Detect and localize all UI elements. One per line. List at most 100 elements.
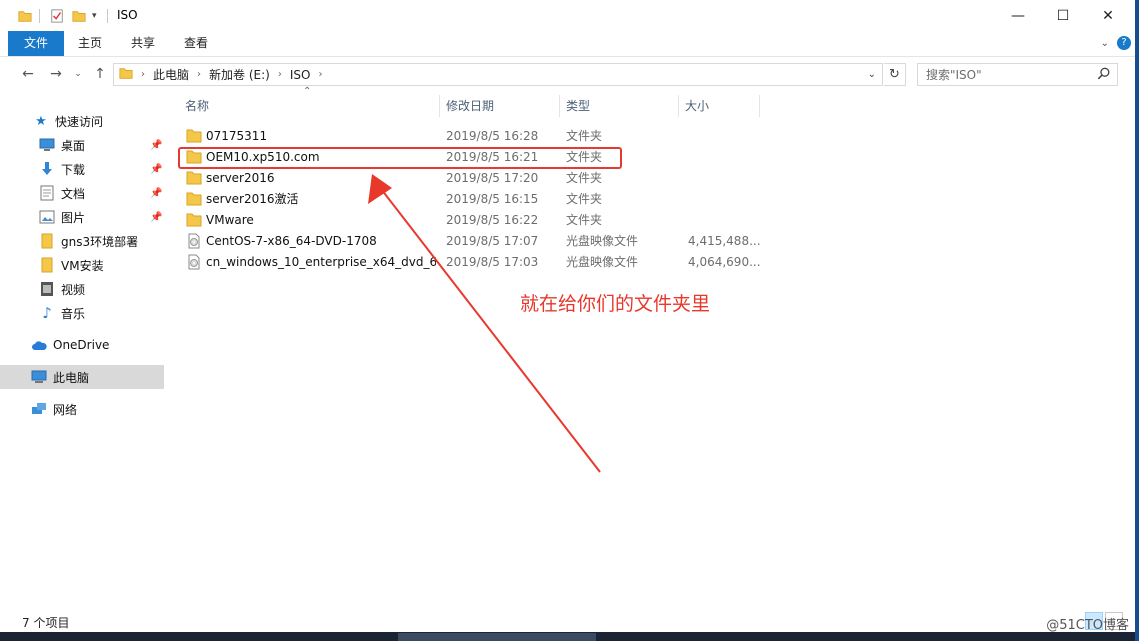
breadcrumb-iso[interactable]: ISO — [290, 68, 311, 82]
file-name: cn_windows_10_enterprise_x64_dvd_6... — [206, 255, 436, 269]
sidebar-item-music[interactable]: ♪ 音乐 — [0, 301, 164, 325]
annotation-highlight-box — [178, 147, 622, 169]
file-size — [688, 147, 762, 168]
refresh-button[interactable]: ↻ — [884, 63, 906, 86]
sidebar-item-label: 下载 — [61, 162, 86, 177]
tab-home[interactable]: 主页 — [70, 31, 110, 56]
cloud-icon — [31, 337, 47, 353]
file-size: 4,415,488... — [688, 234, 761, 248]
maximize-button[interactable]: ☐ — [1040, 0, 1086, 31]
sidebar-item-label: 文档 — [61, 186, 86, 201]
column-header-type[interactable]: 类型 — [566, 95, 590, 117]
folder-icon — [119, 66, 133, 83]
folder-icon — [39, 257, 55, 273]
breadcrumb-drive-e[interactable]: 新加卷 (E:) — [209, 66, 270, 83]
sidebar-item-pictures[interactable]: 图片 📌 — [0, 205, 164, 229]
file-type: 文件夹 — [566, 192, 603, 206]
tab-share[interactable]: 共享 — [123, 31, 163, 56]
folder-icon — [186, 129, 202, 143]
column-header-name[interactable]: 名称 — [185, 95, 209, 117]
pin-icon[interactable]: 📌 — [150, 188, 162, 199]
desktop-edge — [1135, 0, 1139, 641]
item-count: 7 个项目 — [22, 616, 70, 630]
new-folder-icon[interactable] — [72, 0, 86, 31]
folder-icon — [186, 213, 202, 227]
column-header-date[interactable]: 修改日期 — [446, 95, 494, 117]
file-row[interactable]: server2016 2019/8/5 17:20 文件夹 — [180, 168, 770, 189]
search-icon[interactable] — [1097, 67, 1111, 84]
pin-icon[interactable]: 📌 — [150, 140, 162, 151]
chevron-down-icon: ⌄ — [74, 69, 82, 79]
minimize-button[interactable]: — — [995, 0, 1041, 31]
arrow-up-icon: ↑ — [94, 66, 106, 82]
document-icon — [39, 185, 55, 201]
window-title: ISO — [117, 8, 138, 22]
file-row[interactable]: VMware 2019/8/5 16:22 文件夹 — [180, 210, 770, 231]
network-icon — [31, 401, 47, 417]
watermark: @51CTO博客 — [1046, 618, 1129, 633]
file-row[interactable]: server2016激活 2019/8/5 16:15 文件夹 — [180, 189, 770, 210]
chevron-right-icon[interactable]: › — [318, 69, 322, 80]
music-icon: ♪ — [42, 304, 52, 322]
address-dropdown-icon[interactable]: ⌄ — [868, 69, 876, 80]
chevron-right-icon[interactable]: › — [278, 69, 282, 80]
sidebar-item-quick-access[interactable]: ★ 快速访问 — [0, 109, 164, 133]
file-date: 2019/8/5 16:28 — [446, 129, 539, 143]
close-button[interactable]: ✕ — [1085, 0, 1131, 31]
file-type: 光盘映像文件 — [566, 234, 639, 248]
column-header-row: ⌃ 名称 修改日期 类型 大小 — [176, 86, 766, 117]
sidebar-item-onedrive[interactable]: OneDrive — [0, 333, 164, 357]
help-icon[interactable]: ? — [1117, 36, 1131, 50]
sidebar-item-gns3[interactable]: gns3环境部署 — [0, 229, 164, 253]
file-date: 2019/8/5 17:20 — [446, 171, 539, 185]
sidebar-item-documents[interactable]: 文档 📌 — [0, 181, 164, 205]
sidebar-item-videos[interactable]: 视频 — [0, 277, 164, 301]
file-type: 文件夹 — [566, 171, 603, 185]
customize-quick-access-icon[interactable]: ▾ — [92, 0, 97, 31]
back-button[interactable]: ← — [18, 65, 38, 83]
sidebar-item-this-pc[interactable]: 此电脑 — [0, 365, 164, 389]
sidebar-item-downloads[interactable]: 下载 📌 — [0, 157, 164, 181]
file-size: 4,064,690... — [688, 255, 761, 269]
search-input[interactable]: 搜索"ISO" — [917, 63, 1118, 86]
tab-file[interactable]: 文件 — [8, 31, 64, 56]
pin-icon[interactable]: 📌 — [150, 212, 162, 223]
address-bar[interactable]: › 此电脑 › 新加卷 (E:) › ISO › ⌄ — [113, 63, 883, 86]
sidebar-item-vm-install[interactable]: VM安装 — [0, 253, 164, 277]
file-date: 2019/8/5 17:07 — [446, 234, 539, 248]
sidebar-item-network[interactable]: 网络 — [0, 397, 164, 421]
sidebar-item-desktop[interactable]: 桌面 📌 — [0, 133, 164, 157]
file-type: 光盘映像文件 — [566, 255, 639, 269]
file-name: server2016 — [206, 171, 275, 185]
file-row[interactable]: 07175311 2019/8/5 16:28 文件夹 — [180, 126, 770, 147]
desktop-icon — [39, 137, 55, 153]
file-row[interactable]: cn_windows_10_enterprise_x64_dvd_6... 20… — [180, 252, 770, 273]
properties-icon[interactable] — [50, 0, 64, 31]
file-name: VMware — [206, 213, 254, 227]
sort-ascending-icon: ⌃ — [303, 86, 312, 97]
up-button[interactable]: ↑ — [90, 65, 110, 83]
file-size — [688, 189, 762, 210]
computer-icon — [31, 369, 47, 385]
tab-view[interactable]: 查看 — [176, 31, 216, 56]
column-header-size[interactable]: 大小 — [685, 95, 709, 117]
forward-button[interactable]: → — [46, 65, 66, 83]
sidebar-item-label: 音乐 — [61, 306, 86, 321]
pin-icon[interactable]: 📌 — [150, 164, 162, 175]
chevron-right-icon: › — [141, 69, 145, 80]
expand-ribbon-icon[interactable]: ⌄ — [1101, 38, 1109, 49]
sidebar-item-label: OneDrive — [53, 338, 110, 352]
recent-locations-button[interactable]: ⌄ — [68, 65, 88, 83]
navigation-bar: ← → ⌄ ↑ › 此电脑 › 新加卷 (E:) › ISO › ⌄ ↻ 搜索"… — [0, 57, 1139, 91]
file-name: 07175311 — [206, 129, 268, 143]
taskbar-strip — [0, 632, 1139, 641]
title-bar: ▾ ISO — ☐ ✕ — [0, 0, 1139, 31]
folder-icon — [186, 171, 202, 185]
file-size — [688, 210, 762, 231]
breadcrumb-this-pc[interactable]: 此电脑 — [153, 66, 189, 83]
file-row[interactable]: CentOS-7-x86_64-DVD-1708 2019/8/5 17:07 … — [180, 231, 770, 252]
sidebar-item-label: 视频 — [61, 282, 86, 297]
search-placeholder: 搜索"ISO" — [926, 68, 982, 82]
chevron-right-icon[interactable]: › — [197, 69, 201, 80]
sidebar-item-label: 快速访问 — [55, 114, 104, 129]
